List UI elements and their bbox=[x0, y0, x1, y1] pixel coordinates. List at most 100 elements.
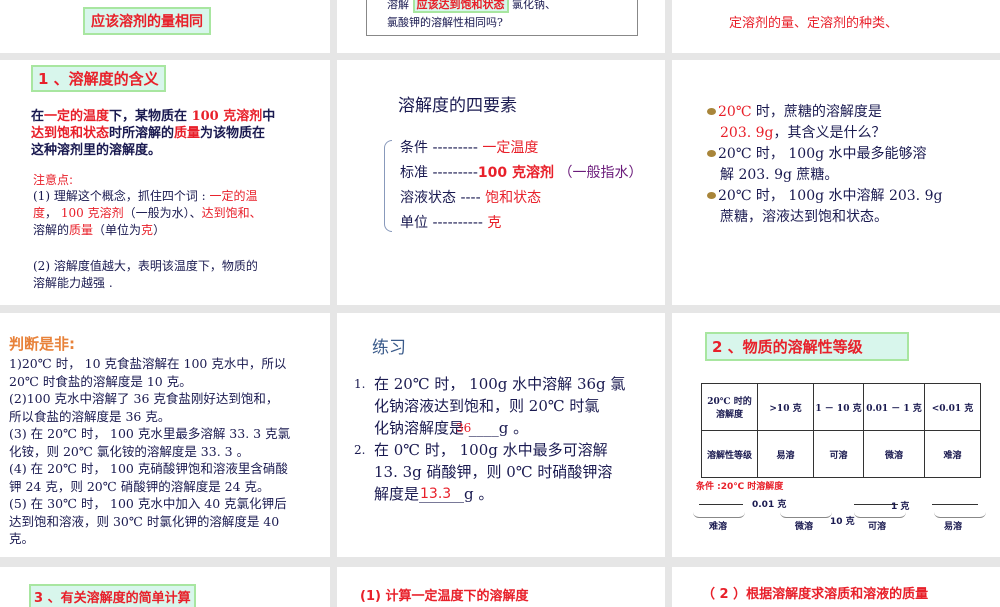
text: 在 20℃ 时， 100g 水中溶解 36g 氯 bbox=[374, 375, 626, 393]
slide-thumbnail-1[interactable]: 应该溶剂的量相同 bbox=[0, 0, 330, 53]
text: 化钠溶液达到饱和，则 20℃ 时氯 bbox=[374, 397, 600, 415]
text: （一般为水）、 bbox=[123, 206, 202, 220]
scale-label: 0.01 克 bbox=[752, 500, 787, 510]
text: 100 克溶剂 bbox=[477, 165, 555, 181]
text: ，其含义是什么？ bbox=[773, 125, 886, 141]
text: 20℃ 时的溶解度 bbox=[701, 383, 758, 431]
element-row: 条件 --------- 一定温度 bbox=[400, 136, 642, 161]
text: 克。 bbox=[9, 531, 35, 546]
text: 溶液状态 ---- bbox=[400, 190, 481, 206]
answer-text: 13.3 bbox=[420, 486, 452, 502]
answer-text: 36 bbox=[456, 421, 472, 435]
note-2: (2) 溶解度值越大，表明该温度下，物质的 溶解能力越强 . bbox=[33, 258, 258, 292]
text: 1. bbox=[354, 377, 366, 391]
exercise-list: 1. 在 20℃ 时， 100g 水中溶解 36g 氯化钠溶液达到饱和，则 20… bbox=[354, 373, 625, 505]
arrow-line bbox=[699, 504, 743, 505]
slide-thumbnail-11[interactable]: (1) 计算一定温度下的溶解度 bbox=[337, 567, 665, 607]
text: 0.01 － 1 克 bbox=[863, 383, 925, 431]
answer-box: 应该达到饱和状态 bbox=[412, 0, 509, 13]
text: 20℃ bbox=[718, 104, 752, 120]
text: 20℃ 时食盐的溶解度是 10 克。 bbox=[9, 373, 192, 389]
text: 克 bbox=[141, 223, 154, 237]
slide-thumbnail-9[interactable]: 2 、物质的溶解性等级 20℃ 时的溶解度 >10 克1 － 10 克 0.01 －… bbox=[672, 313, 1000, 557]
text: 这种溶剂里的溶解度。 bbox=[31, 143, 162, 158]
slide-title: 1 、溶解度的含义 bbox=[31, 65, 166, 92]
text: 化钠溶解度是 bbox=[374, 419, 469, 437]
text: (2) 溶解度值越大，表明该温度下，物质的 bbox=[33, 259, 258, 273]
text: 20℃ 时， 100g 水中溶解 203. 9g bbox=[718, 188, 943, 204]
text: 标准 --------- bbox=[400, 165, 478, 181]
text: 解度是 bbox=[374, 485, 420, 503]
text: 时，蔗糖的溶解度是 bbox=[751, 104, 882, 120]
text: 氯酸钾的溶解性相同吗? bbox=[387, 16, 503, 29]
text: 解 203. 9g 蔗糖。 bbox=[720, 167, 839, 183]
text: 2. bbox=[354, 443, 366, 457]
text: 溶解的 bbox=[33, 223, 70, 237]
note-title: 注意点: bbox=[33, 173, 74, 187]
text: 质量 bbox=[174, 126, 201, 141]
text: ， bbox=[45, 206, 61, 220]
text: 单位 ---------- bbox=[400, 215, 483, 231]
text: 溶解能力越强 . bbox=[33, 276, 113, 290]
scale-label: 难溶 bbox=[709, 522, 728, 532]
text: 达到饱和、 bbox=[201, 206, 262, 220]
text: 时所溶解的 bbox=[109, 126, 175, 141]
slide-thumbnail-8[interactable]: 练习 1. 在 20℃ 时， 100g 水中溶解 36g 氯化钠溶液达到饱和，则… bbox=[337, 313, 665, 557]
text: 所以食盐的溶解度是 36 克。 bbox=[9, 408, 171, 424]
scale-label: 微溶 bbox=[795, 522, 814, 532]
slide-title: 判断是非: bbox=[9, 335, 75, 353]
text: 难溶 bbox=[924, 430, 981, 478]
judgment-list: 1)20℃ 时， 10 克食盐溶解在 100 克水中，所以 20℃ 时食盐的溶解度… bbox=[9, 355, 290, 548]
bullet-icon bbox=[707, 150, 716, 157]
scale-label: 1 克 bbox=[891, 502, 910, 512]
scale-label: 可溶 bbox=[868, 522, 887, 532]
text: 一定的温度 bbox=[44, 109, 110, 124]
condition-label: 条件 :20℃ 时溶解度 bbox=[696, 482, 784, 492]
text: ____g 。 bbox=[468, 419, 529, 437]
text: 20℃ 时， 100g 水中最多能够溶 bbox=[718, 146, 927, 162]
text: (3) 在 20℃ 时， 100 克水里最多溶解 33. 3 克氯 bbox=[9, 426, 291, 441]
scale-label: 易溶 bbox=[944, 522, 963, 532]
text: 可溶 bbox=[813, 430, 864, 478]
elements-list: 条件 --------- 一定温度 标准 ---------100 克溶剂 （一… bbox=[400, 136, 642, 236]
slide-thumbnail-3[interactable]: 定溶剂的量、定溶剂的种类、 bbox=[672, 0, 1000, 53]
text: 1)20℃ 时， 10 克食盐溶解在 100 克水中，所以 bbox=[9, 356, 287, 371]
text: 微溶 bbox=[863, 430, 925, 478]
text: 饱和状态 bbox=[485, 190, 542, 206]
element-row: 溶液状态 ---- 饱和状态 bbox=[400, 186, 642, 211]
text: (4) 在 20℃ 时， 100 克硝酸钾饱和溶液里含硝酸 bbox=[9, 461, 288, 476]
slide-thumbnail-4[interactable]: 1 、溶解度的含义 在一定的温度下，某物质在 100 克溶剂中 达到饱和状态时所… bbox=[0, 60, 330, 305]
text: 在 0℃ 时， 100g 水中最多可溶解 bbox=[374, 441, 608, 459]
slide-thumbnail-5[interactable]: 溶解度的四要素 条件 --------- 一定温度 标准 ---------10… bbox=[337, 60, 665, 305]
text: 13. 3g 硝酸钾，则 0℃ 时硝酸钾溶 bbox=[374, 463, 613, 481]
text: 易溶 bbox=[757, 430, 814, 478]
text: 度 bbox=[33, 206, 46, 220]
definition: 在一定的温度下，某物质在 100 克溶剂中 达到饱和状态时所溶解的质量为该物质在… bbox=[31, 108, 275, 159]
text: ） bbox=[153, 223, 166, 237]
text: 克 bbox=[487, 215, 502, 231]
element-row: 标准 ---------100 克溶剂 （一般指水） bbox=[400, 161, 642, 186]
slide-thumbnail-10[interactable]: 3 、有关溶解度的简单计算 bbox=[0, 567, 330, 607]
slide-thumbnail-6[interactable]: 20℃ 时，蔗糖的溶解度是 203. 9g，其含义是什么？ 20℃ 时， 100… bbox=[672, 60, 1000, 305]
highlight-box: 应该溶剂的量相同 bbox=[83, 7, 211, 35]
text: >10 克 bbox=[757, 383, 814, 431]
text: 化铵，则 20℃ 氯化铵的溶解度是 33. 3 。 bbox=[9, 443, 250, 459]
text: 达到饱和状态 bbox=[31, 126, 110, 141]
slide-text: 定溶剂的量、定溶剂的种类、 bbox=[729, 16, 899, 31]
text: 在 bbox=[31, 109, 45, 124]
slide-thumbnail-2[interactable]: 溶解 应该达到饱和状态 氯化钠、 氯酸钾的溶解性相同吗? bbox=[337, 0, 665, 53]
slide-title: (1) 计算一定温度下的溶解度 bbox=[360, 589, 529, 604]
arrow-line bbox=[932, 504, 978, 505]
text: 条件 --------- bbox=[400, 140, 478, 156]
text: 中 bbox=[262, 109, 276, 124]
text: 溶解性等级 bbox=[701, 430, 758, 478]
slide-thumbnail-7[interactable]: 判断是非: 1)20℃ 时， 10 克食盐溶解在 100 克水中，所以 20℃ 时… bbox=[0, 313, 330, 557]
text: （单位为 bbox=[93, 223, 142, 237]
text: 一定的温 bbox=[209, 189, 258, 203]
note-1: (1) 理解这个概念，抓住四个词 : 一定的温 度， 100 克溶剂（一般为水）… bbox=[33, 188, 262, 239]
slide-thumbnail-12[interactable]: （ 2 ）根据溶解度求溶质和溶液的质量 bbox=[672, 567, 1000, 607]
text: 氯化钠、 bbox=[512, 0, 556, 11]
text: <0.01 克 bbox=[924, 383, 981, 431]
text: (2)100 克水中溶解了 36 克食盐刚好达到饱和， bbox=[9, 391, 279, 406]
question-box: 溶解 应该达到饱和状态 氯化钠、 氯酸钾的溶解性相同吗? bbox=[366, 0, 638, 36]
